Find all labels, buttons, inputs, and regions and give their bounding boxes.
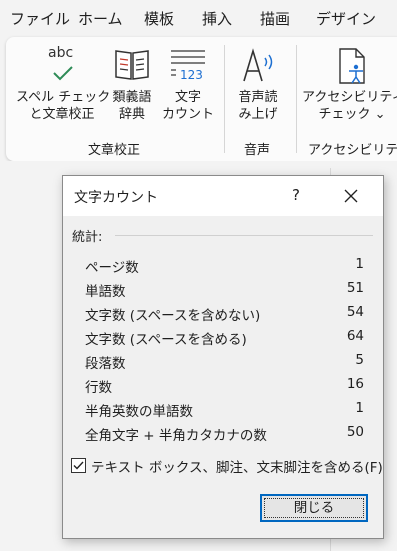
dialog-titlebar: 文字カウント ?: [63, 176, 383, 216]
word-count-button[interactable]: 123 文字 カウント: [162, 45, 214, 123]
checkmark-icon: [53, 66, 73, 81]
read-aloud-label-2: み上げ: [238, 107, 278, 122]
spelling-grammar-button[interactable]: abc スペル チェック と文章校正: [16, 45, 111, 123]
stat-row-fullwidth-chars: 全角文字 + 半角カタカナの数 50: [85, 424, 370, 446]
stats-label: 統計:: [72, 230, 103, 245]
menu-template[interactable]: 模板: [144, 8, 174, 29]
thesaurus-label-1: 類義語: [112, 90, 152, 105]
stat-value: 64: [346, 328, 364, 344]
spelling-label-2: と文章校正: [29, 107, 95, 122]
menu-bar: ファイル ホーム 模板 挿入 描画 デザイン: [0, 0, 397, 36]
word-count-label-1: 文字: [174, 90, 201, 105]
ribbon-separator: [224, 45, 225, 153]
stat-row-chars-no-spaces: 文字数 (スペースを含めない) 54: [85, 304, 370, 326]
menu-design[interactable]: デザイン: [316, 8, 376, 29]
group-accessibility-label: アクセシビリティ: [308, 143, 397, 158]
checkbox-label: テキスト ボックス、脚注、文末脚注を含める(F): [91, 460, 383, 476]
stat-label: 文字数 (スペースを含めない): [85, 308, 261, 324]
ribbon-separator: [296, 45, 297, 153]
stat-label: 単語数: [85, 284, 126, 300]
stat-value: 1: [355, 400, 364, 416]
group-proofing-label: 文章校正: [88, 143, 141, 158]
close-button[interactable]: [339, 184, 363, 208]
stat-label: 全角文字 + 半角カタカナの数: [85, 428, 267, 444]
stat-value: 1: [355, 256, 364, 272]
stat-label: 行数: [85, 380, 112, 396]
stat-row-pages: ページ数 1: [85, 256, 370, 278]
stat-label: 段落数: [85, 356, 126, 372]
stat-label: ページ数: [85, 260, 139, 276]
accessibility-icon: [339, 48, 365, 84]
thesaurus-button[interactable]: 類義語 辞典: [106, 45, 158, 123]
check-icon: [73, 461, 84, 470]
stat-row-chars-with-spaces: 文字数 (スペースを含める) 64: [85, 328, 370, 350]
accessibility-label-1: アクセシビリティ: [302, 90, 397, 105]
spelling-label-1: スペル チェック: [16, 90, 111, 105]
spelling-icon: abc: [42, 45, 82, 87]
word-count-label-2: カウント: [162, 107, 215, 122]
word-count-icon-text: 123: [180, 68, 203, 82]
menu-file[interactable]: ファイル: [10, 8, 70, 29]
stat-label: 半角英数の単語数: [85, 404, 193, 420]
stat-row-paragraphs: 段落数 5: [85, 352, 370, 374]
spelling-icon-text: abc: [48, 45, 74, 61]
stat-row-lines: 行数 16: [85, 376, 370, 398]
stat-row-halfwidth-words: 半角英数の単語数 1: [85, 400, 370, 422]
stat-value: 54: [346, 304, 364, 320]
read-aloud-icon: [243, 48, 273, 82]
stat-label: 文字数 (スペースを含める): [85, 332, 247, 348]
stat-value: 5: [355, 352, 364, 368]
ribbon-review: abc スペル チェック と文章校正 類義語 辞典 123 文字 カウント 文章…: [6, 37, 397, 161]
include-textboxes-checkbox[interactable]: テキスト ボックス、脚注、文末脚注を含める(F): [71, 456, 383, 476]
focus-rect: [264, 498, 364, 518]
help-button[interactable]: ?: [286, 186, 306, 204]
close-dialog-button[interactable]: 閉じる: [260, 494, 368, 522]
word-count-dialog: 文字カウント ? 統計: ページ数 1 単語数 51 文字数 (スペースを含めな…: [62, 175, 384, 539]
accessibility-check-button[interactable]: アクセシビリティ チェック ⌄: [302, 45, 397, 123]
word-count-icon: 123: [168, 45, 208, 87]
stat-value: 16: [346, 376, 364, 392]
checkbox[interactable]: [71, 458, 86, 473]
thesaurus-label-2: 辞典: [118, 107, 145, 122]
stat-row-words: 単語数 51: [85, 280, 370, 302]
menu-home[interactable]: ホーム: [78, 8, 123, 29]
dictionary-icon: [115, 50, 149, 80]
close-icon: [344, 189, 358, 203]
menu-draw[interactable]: 描画: [260, 8, 290, 29]
read-aloud-button[interactable]: 音声読 み上げ: [230, 45, 286, 123]
accessibility-label-2: チェック ⌄: [318, 107, 386, 122]
read-aloud-label-1: 音声読: [238, 90, 278, 105]
group-speech-label: 音声: [244, 143, 271, 158]
stat-value: 51: [346, 280, 364, 296]
stats-divider: [115, 235, 373, 236]
menu-insert[interactable]: 挿入: [202, 8, 232, 29]
stat-value: 50: [346, 424, 364, 440]
dialog-title: 文字カウント: [74, 190, 158, 206]
